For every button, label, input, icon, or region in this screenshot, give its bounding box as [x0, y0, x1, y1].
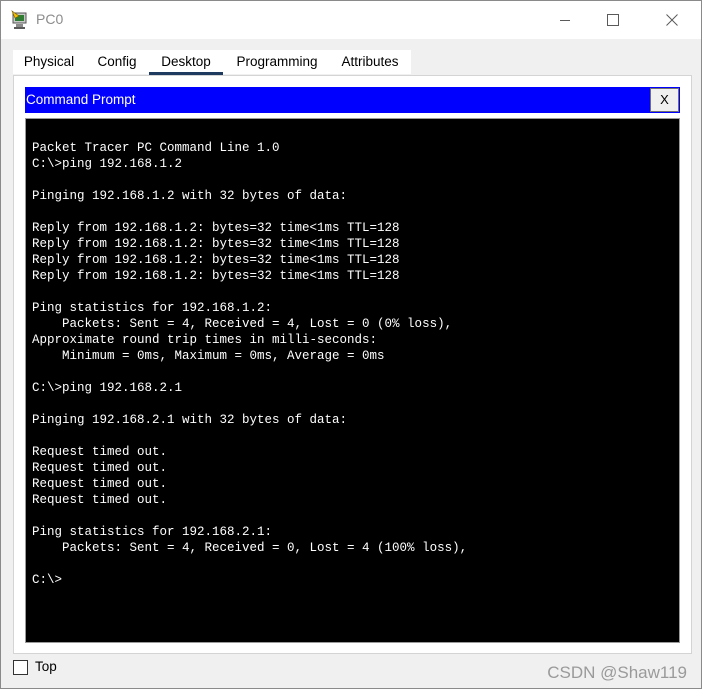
watermark-text: CSDN @Shaw119 [547, 663, 687, 682]
tab-programming[interactable]: Programming [225, 50, 329, 74]
minimize-button[interactable] [542, 1, 588, 39]
terminal-output-area[interactable]: Packet Tracer PC Command Line 1.0 C:\>pi… [25, 118, 680, 643]
desktop-panel: Command Prompt X Packet Tracer PC Comman… [13, 75, 692, 654]
title-bar[interactable]: PC0 [1, 1, 701, 39]
command-prompt-header: Command Prompt X [25, 87, 680, 113]
pc0-window: PC0 Physical Config Desktop Programming … [0, 0, 702, 689]
top-checkbox[interactable] [13, 660, 28, 675]
packet-tracer-pc-icon [10, 10, 30, 30]
tab-bar: Physical Config Desktop Programming Attr… [13, 50, 411, 75]
window-title: PC0 [36, 11, 64, 27]
tab-physical[interactable]: Physical [13, 50, 85, 74]
command-prompt-close-button[interactable]: X [650, 88, 679, 112]
command-prompt-title: Command Prompt [26, 92, 136, 107]
tab-desktop[interactable]: Desktop [149, 50, 223, 75]
close-window-button[interactable] [649, 1, 695, 39]
top-checkbox-label: Top [35, 659, 57, 674]
tab-attributes[interactable]: Attributes [331, 50, 409, 74]
terminal-text: Packet Tracer PC Command Line 1.0 C:\>pi… [32, 141, 468, 587]
maximize-button[interactable] [590, 1, 636, 39]
maximize-icon [607, 14, 619, 26]
minimize-icon [560, 20, 570, 21]
close-icon [666, 14, 678, 26]
tab-config[interactable]: Config [87, 50, 147, 74]
